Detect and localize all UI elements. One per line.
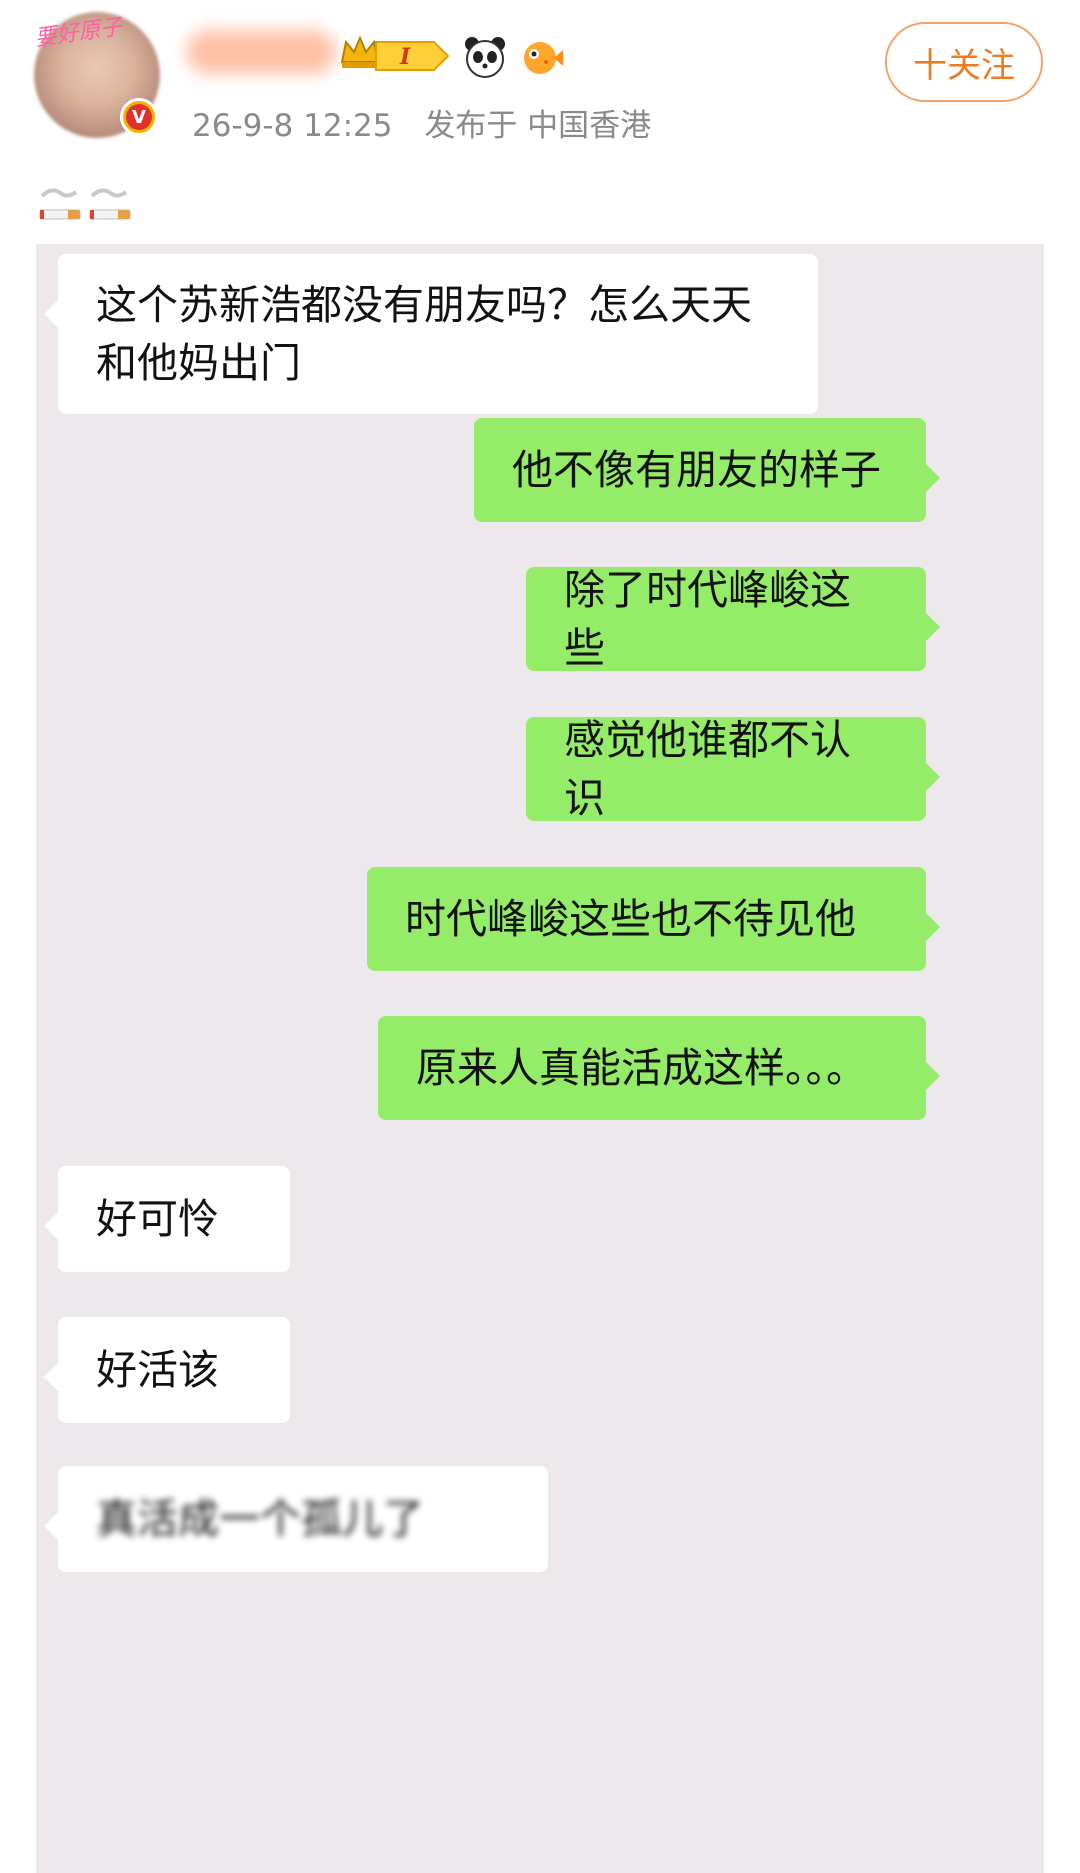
post-header: 要好原子 V I 26-9-8 12:25 发布于 中国香港 十关注 [0, 0, 1080, 180]
chat-message-text: 好可怜 [96, 1195, 219, 1243]
chat-message-sent: 时代峰峻这些也不待见他 [367, 867, 940, 971]
cigarette-emoji-icon [39, 188, 131, 220]
chat-message-text: 这个苏新浩都没有朋友吗？怎么天天和他妈出门 [96, 281, 752, 387]
chat-message-sent: 除了时代峰峻这些 [526, 566, 940, 672]
chat-message-text: 原来人真能活成这样。。。 [416, 1044, 867, 1092]
chat-message-received: 好活该 [44, 1317, 290, 1423]
verified-icon: V [120, 98, 158, 136]
chat-message-sent: 他不像有朋友的样子 [474, 418, 940, 522]
post-location: 发布于 中国香港 [424, 108, 652, 144]
chat-screenshot: 这个苏新浩都没有朋友吗？怎么天天和他妈出门 他不像有朋友的样子 除了时代峰峻这些… [36, 244, 1044, 1873]
chat-message-received: 这个苏新浩都没有朋友吗？怎么天天和他妈出门 [44, 254, 818, 414]
post-timestamp: 26-9-8 12:25 [192, 108, 393, 144]
chat-message-received: 好可怜 [44, 1166, 290, 1272]
chat-message-text: 感觉他谁都不认识 [564, 716, 851, 822]
level-badge-icon: I [375, 41, 450, 71]
verified-mark: V [126, 104, 152, 130]
pufferfish-icon [524, 42, 563, 74]
level-badge-text: I [399, 44, 411, 70]
chat-message-sent: 感觉他谁都不认识 [526, 716, 940, 822]
chat-message-text: 真活成一个孤儿了 [96, 1495, 424, 1543]
chat-message-text: 好活该 [96, 1346, 219, 1394]
follow-button[interactable]: 十关注 [885, 22, 1043, 102]
post-meta: 26-9-8 12:25 发布于 中国香港 [192, 100, 673, 145]
chat-message-received: 真活成一个孤儿了 [44, 1466, 548, 1572]
follow-button-label: 十关注 [913, 45, 1015, 86]
chat-message-text: 他不像有朋友的样子 [512, 446, 881, 494]
avatar[interactable]: 要好原子 V [33, 12, 160, 138]
chat-message-sent: 原来人真能活成这样。。。 [378, 1016, 940, 1120]
panda-icon [465, 37, 505, 78]
chat-message-text: 时代峰峻这些也不待见他 [405, 895, 856, 943]
chat-message-text: 除了时代峰峻这些 [564, 566, 851, 672]
username-blurred[interactable] [186, 30, 336, 74]
